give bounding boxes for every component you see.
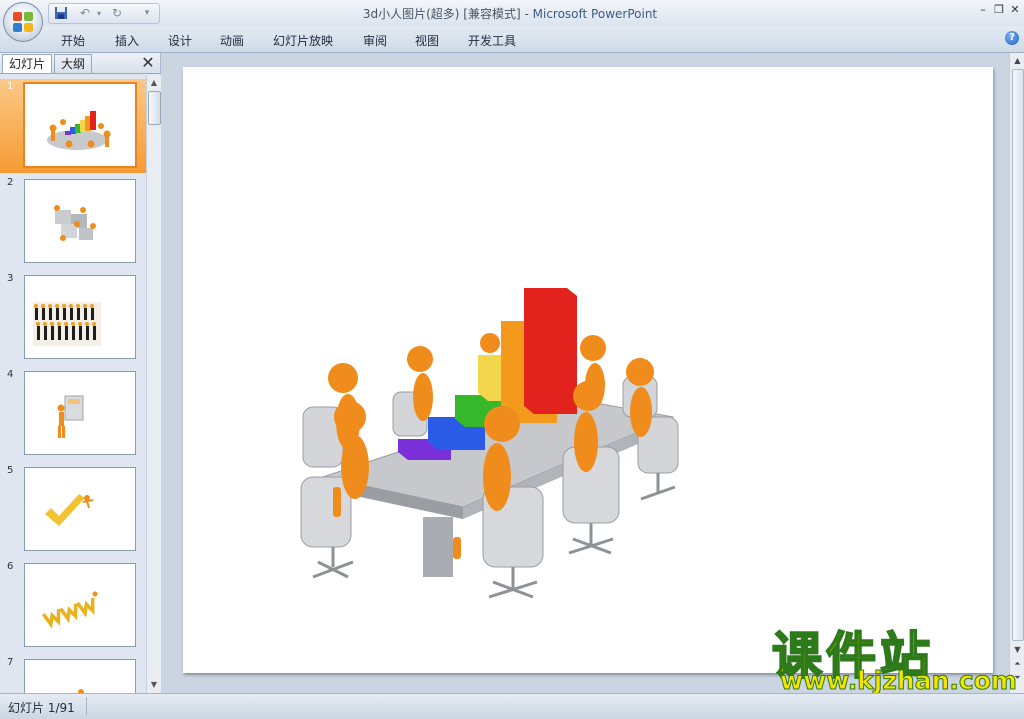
pane-scroll-thumb[interactable] [148,91,161,125]
slide-count-status: 幻灯片 1/91 [8,701,75,715]
slide-number: 1 [7,81,14,92]
save-icon[interactable] [53,6,69,21]
office-logo-icon [13,12,33,32]
www-text-thumbnail-icon [41,591,98,629]
slide-thumbnail-6[interactable]: 6 [0,559,146,653]
help-icon[interactable]: ? [1005,31,1019,45]
tab-insert[interactable]: 插入 [115,32,139,49]
meeting-chart-thumbnail-icon [47,111,111,150]
tab-developer[interactable]: 开发工具 [468,32,516,49]
office-button[interactable] [3,2,43,42]
undo-dropdown-icon[interactable]: ▾ [91,6,107,21]
slides-pane: 幻灯片 大纲 ✕ 1 2 3 4 5 6 7 ▲ ▼ [0,53,161,693]
slide-preview [24,563,136,647]
tab-design[interactable]: 设计 [168,32,192,49]
close-pane-icon[interactable]: ✕ [140,55,156,71]
slide-number: 5 [7,465,14,476]
quick-access-toolbar: ↶ ▾ ↻ ▾ [48,3,160,24]
status-bar: 幻灯片 1/91 [0,693,1024,719]
document-name: 3d小人图片(超多) [兼容模式] [362,7,521,21]
tab-outline[interactable]: 大纲 [54,54,93,73]
slide-number: 4 [7,369,14,380]
slide-thumbnail-list: 1 2 3 4 5 6 7 [0,75,146,693]
scroll-down-icon[interactable]: ▼ [1010,643,1024,656]
scroll-up-icon[interactable]: ▲ [147,76,161,90]
title-separator: - [520,7,533,21]
slide-vertical-scrollbar[interactable]: ▲ ▼ ⏶ ⏷ [1009,53,1024,693]
meeting-chart-illustration [300,288,679,599]
slide-scroll-thumb[interactable] [1012,69,1024,641]
slide-number: 3 [7,273,14,284]
puzzle-people-thumbnail-icon [54,205,96,241]
slide-thumbnail-5[interactable]: 5 [0,463,146,557]
tab-home[interactable]: 开始 [61,32,85,49]
slide-thumbnail-1[interactable]: 1 [0,79,146,173]
slide-preview [24,179,136,263]
tab-view[interactable]: 视图 [415,32,439,49]
redo-icon[interactable]: ↻ [109,6,125,21]
slide-number: 7 [7,657,14,668]
app-name: Microsoft PowerPoint [532,7,658,21]
slide-number: 6 [7,561,14,572]
minimize-icon[interactable]: – [975,3,991,17]
status-divider [86,697,87,715]
title-bar: ↶ ▾ ↻ ▾ 3d小人图片(超多) [兼容模式] - Microsoft Po… [0,0,1024,26]
customize-toolbar-icon[interactable]: ▾ [139,6,155,21]
scroll-down-icon[interactable]: ▼ [147,678,161,692]
close-icon[interactable]: ✕ [1007,3,1023,17]
pane-tabs: 幻灯片 大纲 ✕ [0,53,160,74]
slide-preview [23,82,137,168]
scroll-up-icon[interactable]: ▲ [1010,54,1024,67]
tab-review[interactable]: 审阅 [363,32,387,49]
tab-slideshow[interactable]: 幻灯片放映 [273,32,333,49]
restore-icon[interactable]: ❐ [991,3,1007,17]
ribbon-tab-bar: 开始 插入 设计 动画 幻灯片放映 审阅 视图 开发工具 ? [0,26,1024,53]
slide-thumbnail-7[interactable]: 7 [0,655,146,693]
slide-canvas[interactable] [183,67,993,673]
slide-thumbnail-4[interactable]: 4 [0,367,146,461]
slide-preview [24,371,136,455]
tab-slides[interactable]: 幻灯片 [2,54,53,73]
slide-preview [24,659,136,693]
checkmark-person-thumbnail-icon [45,494,94,526]
tab-animation[interactable]: 动画 [220,32,244,49]
person-calculator-thumbnail-icon [57,395,84,438]
watermark-url: www.kjzhan.com [780,666,1018,696]
slide-preview [24,275,136,359]
slide-thumbnail-2[interactable]: 2 [0,175,146,269]
person-thumbnail-icon [78,689,84,693]
pane-scrollbar[interactable]: ▲ ▼ [146,75,161,693]
slide-number: 2 [7,177,14,188]
crowd-people-thumbnail-icon [33,302,101,346]
slide-thumbnail-3[interactable]: 3 [0,271,146,365]
slide-preview [24,467,136,551]
window-title: 3d小人图片(超多) [兼容模式] - Microsoft PowerPoint [300,5,720,21]
